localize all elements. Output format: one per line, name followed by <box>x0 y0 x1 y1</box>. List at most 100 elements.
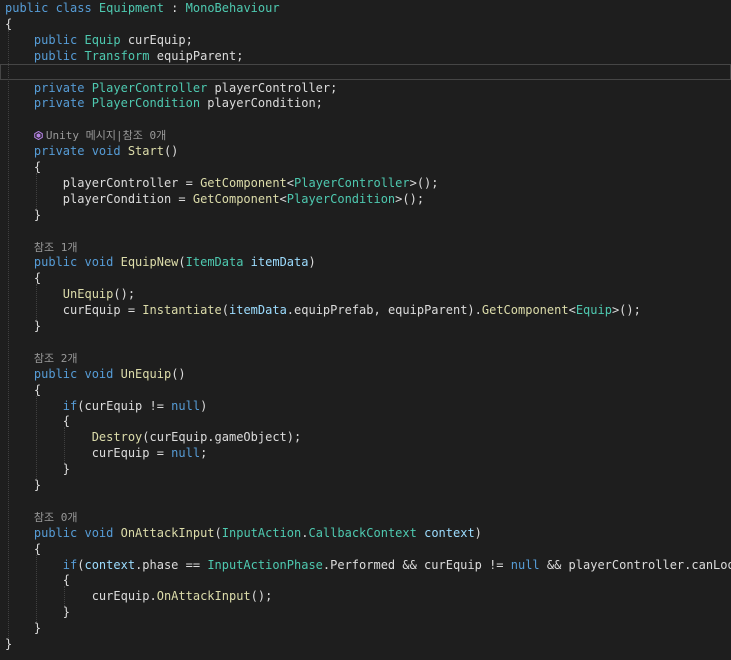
code-token: ( <box>214 525 222 540</box>
code-line[interactable]: public class Equipment : MonoBehaviour <box>0 0 731 16</box>
code-line[interactable]: curEquip.OnAttackInput(); <box>0 588 731 604</box>
code-line[interactable]: private PlayerController playerControlle… <box>0 80 731 96</box>
code-token: curEquip. <box>5 589 157 604</box>
code-line[interactable]: UnEquip(); <box>0 286 731 302</box>
code-token: >(); <box>395 191 425 206</box>
code-line[interactable] <box>0 334 731 350</box>
code-token: .phase == <box>135 557 208 572</box>
code-line[interactable]: public Transform equipParent; <box>0 48 731 64</box>
code-token: context <box>84 557 136 572</box>
code-line[interactable]: public Equip curEquip; <box>0 32 731 48</box>
code-line[interactable]: { <box>0 413 731 429</box>
code-token: CallbackContext <box>308 525 417 540</box>
code-line[interactable]: } <box>0 604 731 620</box>
code-line[interactable]: public void OnAttackInput(InputAction.Ca… <box>0 525 731 541</box>
code-token: public class <box>5 1 99 15</box>
code-line[interactable]: curEquip = Instantiate(itemData.equipPre… <box>0 302 731 318</box>
code-line[interactable]: playerCondition = GetComponent<PlayerCon… <box>0 191 731 207</box>
code-token: ( <box>221 303 229 318</box>
code-token: { <box>5 382 42 397</box>
code-line[interactable]: 참조 2개 <box>0 350 731 366</box>
code-line[interactable]: public void UnEquip() <box>0 366 731 382</box>
code-line[interactable]: 참조 1개 <box>0 239 731 255</box>
code-token: curEquip = <box>5 446 172 461</box>
code-line[interactable]: Unity 메시지|참조 0개 <box>0 127 731 143</box>
code-token: GetComponent <box>192 191 280 206</box>
code-token: } <box>5 207 42 222</box>
code-line[interactable]: if(curEquip != null) <box>0 398 731 414</box>
code-line[interactable]: } <box>0 636 731 652</box>
current-line[interactable] <box>0 63 731 80</box>
code-line[interactable]: curEquip = null; <box>0 445 731 461</box>
code-line[interactable]: if(context.phase == InputActionPhase.Per… <box>0 557 731 573</box>
code-line[interactable]: { <box>0 382 731 398</box>
code-lens-reference[interactable]: 참조 2개 <box>34 352 78 365</box>
code-line[interactable]: { <box>0 541 731 557</box>
code-token: playerCondition; <box>200 96 323 111</box>
code-line[interactable]: 참조 0개 <box>0 509 731 525</box>
code-token: >(); <box>611 303 641 318</box>
code-token: null <box>510 557 540 572</box>
code-token: OnAttackInput <box>120 525 215 540</box>
code-token: OnAttackInput <box>156 589 251 604</box>
code-line[interactable]: { <box>0 16 731 32</box>
code-token: { <box>5 573 71 588</box>
code-line[interactable]: { <box>0 159 731 175</box>
code-line[interactable]: } <box>0 620 731 636</box>
code-token: null <box>171 398 201 413</box>
indent-guide <box>8 29 9 638</box>
code-line[interactable]: Destroy(curEquip.gameObject); <box>0 429 731 445</box>
code-token: { <box>5 541 42 556</box>
code-line[interactable]: { <box>0 572 731 588</box>
code-line[interactable] <box>0 493 731 509</box>
code-token: public <box>33 48 85 63</box>
code-editor[interactable]: public class Equipment : MonoBehaviour{ … <box>0 0 731 660</box>
code-token: PlayerController <box>294 175 410 190</box>
code-token: GetComponent <box>200 175 287 190</box>
code-token: } <box>5 462 71 477</box>
code-token: Destroy <box>91 430 143 445</box>
code-line[interactable]: } <box>0 461 731 477</box>
code-token: (); <box>250 589 273 604</box>
code-token: curEquip = <box>5 303 143 318</box>
indent-guide <box>36 284 37 320</box>
code-line[interactable]: { <box>0 270 731 286</box>
code-token: () <box>163 144 179 159</box>
code-line[interactable]: playerController = GetComponent<PlayerCo… <box>0 175 731 191</box>
code-token: private <box>33 96 92 111</box>
code-line[interactable]: } <box>0 207 731 223</box>
code-line[interactable]: } <box>0 477 731 493</box>
code-token: public void <box>33 366 121 381</box>
code-token: } <box>5 621 42 636</box>
code-token: equipParent; <box>149 48 244 63</box>
code-line[interactable] <box>0 223 731 239</box>
code-token: playerController = <box>5 175 201 190</box>
code-token: { <box>5 271 42 286</box>
code-token: PlayerCondition <box>286 191 396 206</box>
code-line[interactable]: public void EquipNew(ItemData itemData) <box>0 254 731 270</box>
code-lens-reference[interactable]: 참조 1개 <box>34 241 78 254</box>
code-token: UnEquip <box>120 366 172 381</box>
code-token: < <box>568 303 576 318</box>
code-token: (curEquip.gameObject); <box>142 430 302 445</box>
code-line[interactable]: private PlayerCondition playerCondition; <box>0 95 731 111</box>
code-token: : <box>163 1 186 15</box>
code-line[interactable]: } <box>0 318 731 334</box>
code-token: curEquip; <box>120 32 193 47</box>
code-line[interactable]: private void Start() <box>0 143 731 159</box>
code-lens-reference[interactable]: Unity 메시지|참조 0개 <box>46 129 166 142</box>
code-token: (); <box>113 287 136 302</box>
code-line[interactable] <box>0 111 731 127</box>
code-lens-reference[interactable]: 참조 0개 <box>34 511 78 524</box>
indent-guide <box>36 395 37 479</box>
